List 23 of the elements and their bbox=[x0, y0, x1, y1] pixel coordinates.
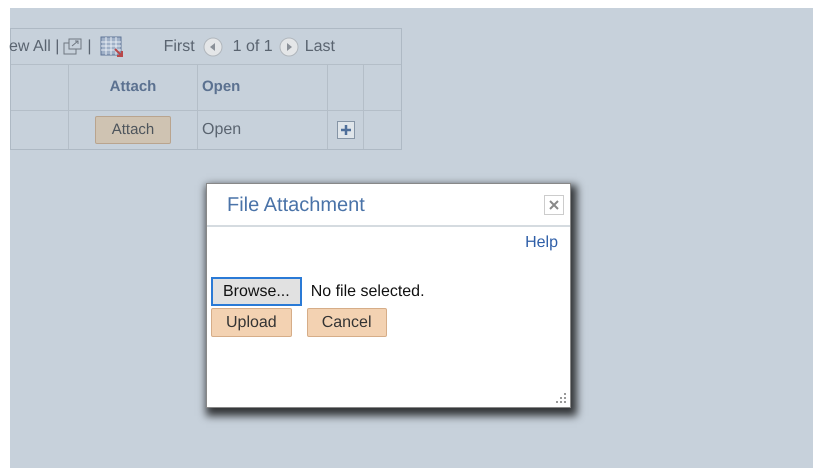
upload-button[interactable]: Upload bbox=[211, 308, 292, 337]
zoom-window-icon[interactable] bbox=[63, 38, 84, 56]
table-cell-text: Open bbox=[202, 120, 242, 140]
cancel-button[interactable]: Cancel bbox=[306, 308, 387, 337]
previous-icon[interactable] bbox=[202, 36, 223, 56]
dialog-title: File Attachment bbox=[227, 192, 365, 218]
next-icon[interactable] bbox=[278, 36, 299, 56]
page-count: 1 of 1 bbox=[232, 36, 273, 56]
last-link[interactable]: Last bbox=[304, 34, 335, 58]
browse-button[interactable]: Browse... bbox=[211, 277, 302, 306]
close-icon bbox=[549, 200, 559, 210]
close-button[interactable] bbox=[544, 194, 564, 214]
add-icon[interactable] bbox=[336, 121, 354, 139]
column-header: Attach bbox=[110, 77, 156, 98]
attach-button[interactable]: Attach bbox=[94, 116, 172, 144]
column-header: Open bbox=[202, 77, 240, 98]
toolbar-separator: | bbox=[87, 36, 92, 56]
first-link[interactable]: First bbox=[164, 34, 195, 58]
view-all-link[interactable]: ew All | bbox=[9, 34, 60, 58]
help-link[interactable]: Help bbox=[525, 231, 558, 255]
spreadsheet-icon[interactable] bbox=[100, 36, 124, 58]
file-status: No file selected. bbox=[310, 282, 425, 302]
resize-grip-icon[interactable] bbox=[556, 393, 568, 405]
